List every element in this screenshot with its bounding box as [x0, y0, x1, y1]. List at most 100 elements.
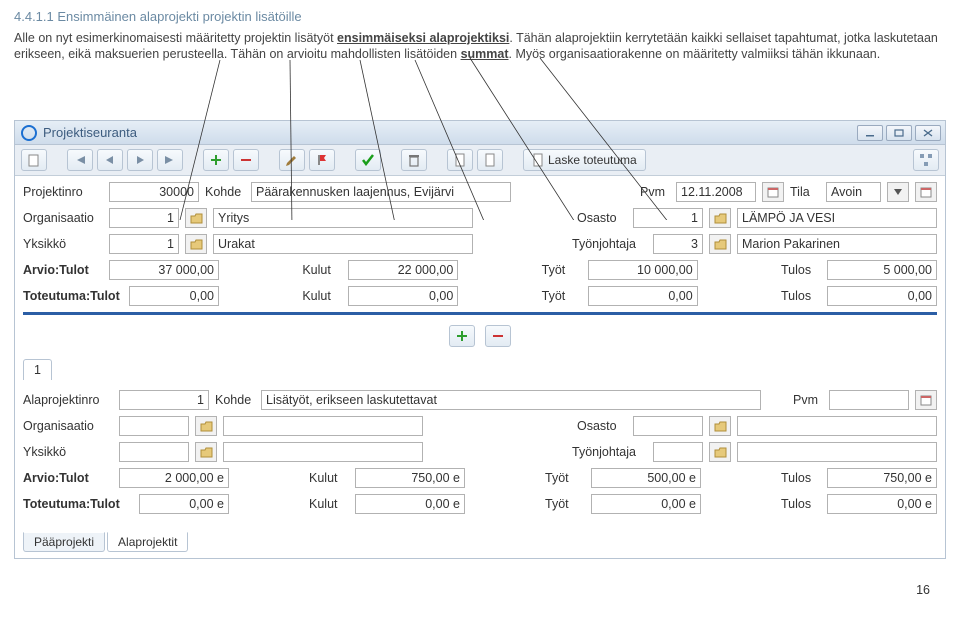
- sub-est-result-field[interactable]: 750,00 e: [827, 468, 937, 488]
- sub-foreman-name-field[interactable]: [737, 442, 937, 462]
- unit-field[interactable]: 1: [109, 234, 179, 254]
- tab-sub-projects[interactable]: Alaprojektit: [107, 532, 188, 552]
- sub-cost-label: Kulut: [309, 471, 349, 485]
- minimize-button[interactable]: [857, 125, 883, 141]
- calendar-icon[interactable]: [915, 390, 937, 410]
- titlebar: Projektiseuranta: [15, 121, 945, 145]
- row-organisation: Organisaatio 1 Yritys Osasto 1 LÄMPÖ JA …: [23, 208, 937, 228]
- row-project: Projektinro 30000 Kohde Päärakennusken l…: [23, 182, 937, 202]
- sub-dept-label: Osasto: [577, 419, 627, 433]
- sub-est-income-label: Arvio:Tulot: [23, 471, 113, 485]
- sub-est-cost-field[interactable]: 750,00 e: [355, 468, 465, 488]
- tool-last-icon[interactable]: [157, 149, 183, 171]
- sub-dept-name-field[interactable]: [737, 416, 937, 436]
- tool-tree-icon[interactable]: [913, 149, 939, 171]
- act-income-label: Toteutuma:Tulot: [23, 289, 123, 303]
- sub-foreman-field[interactable]: [653, 442, 703, 462]
- tool-minus-icon[interactable]: [233, 149, 259, 171]
- sub-cost-label: Kulut: [309, 497, 349, 511]
- tool-trash-icon[interactable]: [401, 149, 427, 171]
- tool-first-icon[interactable]: [67, 149, 93, 171]
- est-work-field[interactable]: 10 000,00: [588, 260, 698, 280]
- est-cost-field[interactable]: 22 000,00: [348, 260, 458, 280]
- sub-row-actual: Toteutuma:Tulot 0,00 e Kulut 0,00 e Työt…: [23, 494, 937, 514]
- row-actual: Toteutuma:Tulot 0,00 Kulut 0,00 Työt 0,0…: [23, 286, 937, 306]
- compute-button[interactable]: Laske toteutuma: [523, 149, 646, 171]
- folder-icon[interactable]: [709, 208, 731, 228]
- sub-act-income-field: 0,00 e: [139, 494, 229, 514]
- tool-edit-icon[interactable]: [279, 149, 305, 171]
- sub-target-label: Kohde: [215, 393, 255, 407]
- dept-name-field[interactable]: LÄMPÖ JA VESI: [737, 208, 937, 228]
- sub-unit-field[interactable]: [119, 442, 189, 462]
- subproject-toolbar: [23, 325, 937, 347]
- sub-act-income-label: Toteutuma:Tulot: [23, 497, 133, 511]
- org-field[interactable]: 1: [109, 208, 179, 228]
- unit-name-field[interactable]: Urakat: [213, 234, 473, 254]
- add-subproject-button[interactable]: [449, 325, 475, 347]
- sub-est-work-field[interactable]: 500,00 e: [591, 468, 701, 488]
- sub-result-label: Tulos: [781, 471, 821, 485]
- est-income-field[interactable]: 37 000,00: [109, 260, 219, 280]
- para-emph-2: summat: [461, 47, 509, 61]
- sub-est-income-field[interactable]: 2 000,00 e: [119, 468, 229, 488]
- foreman-name-field[interactable]: Marion Pakarinen: [737, 234, 937, 254]
- document-text-block: 4.4.1.1 Ensimmäinen alaprojekti projekti…: [0, 0, 960, 65]
- remove-subproject-button[interactable]: [485, 325, 511, 347]
- sub-date-label: Pvm: [793, 393, 823, 407]
- sub-row-unit: Yksikkö Työnjohtaja: [23, 442, 937, 462]
- folder-icon[interactable]: [709, 442, 731, 462]
- sub-dept-field[interactable]: [633, 416, 703, 436]
- sub-result-label: Tulos: [781, 497, 821, 511]
- result-label: Tulos: [781, 289, 821, 303]
- sub-row-no: Alaprojektinro 1 Kohde Lisätyöt, eriksee…: [23, 390, 937, 410]
- folder-icon[interactable]: [195, 416, 217, 436]
- sub-org-name-field[interactable]: [223, 416, 423, 436]
- date-field[interactable]: 12.11.2008: [676, 182, 756, 202]
- state-label: Tila: [790, 185, 820, 199]
- maximize-button[interactable]: [886, 125, 912, 141]
- compute-label: Laske toteutuma: [548, 153, 637, 167]
- tool-doc-icon[interactable]: [447, 149, 473, 171]
- sub-target-field[interactable]: Lisätyöt, erikseen laskutettavat: [261, 390, 761, 410]
- tool-doc2-icon[interactable]: [477, 149, 503, 171]
- subproject-no-label: Alaprojektinro: [23, 393, 113, 407]
- sub-unit-name-field[interactable]: [223, 442, 423, 462]
- section-paragraph: Alle on nyt esimerkinomaisesti määritett…: [14, 30, 946, 64]
- para-text: . Myös organisaatiorakenne on määritetty…: [509, 47, 881, 61]
- tab-1[interactable]: 1: [23, 359, 52, 380]
- sub-act-work-field: 0,00 e: [591, 494, 701, 514]
- state-dropdown-icon[interactable]: [887, 182, 909, 202]
- foreman-field[interactable]: 3: [653, 234, 703, 254]
- dept-field[interactable]: 1: [633, 208, 703, 228]
- foreman-label: Työnjohtaja: [572, 237, 647, 251]
- target-field[interactable]: Päärakennusken laajennus, Evijärvi: [251, 182, 511, 202]
- calendar-icon-2[interactable]: [915, 182, 937, 202]
- close-button[interactable]: [915, 125, 941, 141]
- sub-date-field[interactable]: [829, 390, 909, 410]
- tool-new-icon[interactable]: [21, 149, 47, 171]
- est-result-field[interactable]: 5 000,00: [827, 260, 937, 280]
- cost-label: Kulut: [302, 289, 342, 303]
- project-no-field[interactable]: 30000: [109, 182, 199, 202]
- sub-work-label: Työt: [545, 497, 585, 511]
- window-controls: [857, 125, 941, 141]
- folder-icon[interactable]: [185, 234, 207, 254]
- tool-prev-icon[interactable]: [97, 149, 123, 171]
- state-field[interactable]: Avoin: [826, 182, 881, 202]
- org-name-field[interactable]: Yritys: [213, 208, 473, 228]
- folder-icon[interactable]: [709, 234, 731, 254]
- tool-add-icon[interactable]: [203, 149, 229, 171]
- calendar-icon[interactable]: [762, 182, 784, 202]
- toolbar: Laske toteutuma: [15, 145, 945, 176]
- folder-icon[interactable]: [709, 416, 731, 436]
- tab-main-project[interactable]: Pääprojekti: [23, 532, 105, 552]
- tool-next-icon[interactable]: [127, 149, 153, 171]
- tool-flag-icon[interactable]: [309, 149, 335, 171]
- folder-icon[interactable]: [185, 208, 207, 228]
- tool-check-icon[interactable]: [355, 149, 381, 171]
- folder-icon[interactable]: [195, 442, 217, 462]
- subproject-no-field[interactable]: 1: [119, 390, 209, 410]
- sub-org-field[interactable]: [119, 416, 189, 436]
- app-icon: [21, 125, 37, 141]
